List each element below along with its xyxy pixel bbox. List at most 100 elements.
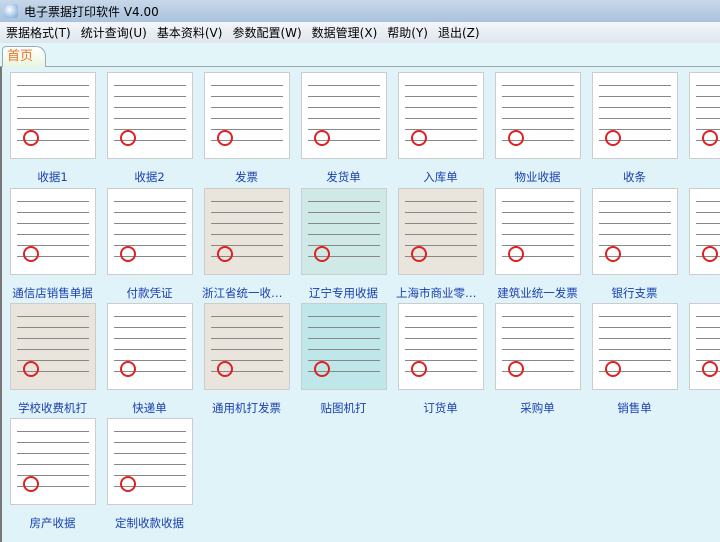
seal-icon (701, 246, 718, 262)
template-thumbnail[interactable] (106, 303, 193, 390)
template-label[interactable]: 物业收据 (489, 169, 586, 185)
template-item[interactable]: 房产收据 (4, 418, 101, 531)
template-item[interactable]: 苹果 (683, 303, 720, 416)
seal-icon (604, 361, 621, 377)
template-grid: 收据1收据2发票发货单入库单物业收据收条房租通信店销售单据付款凭证浙江省统一收款… (0, 67, 720, 542)
template-thumbnail[interactable] (591, 72, 678, 159)
template-thumbnail[interactable] (9, 303, 96, 390)
template-thumbnail[interactable] (9, 72, 96, 159)
seal-icon (604, 130, 621, 146)
seal-icon (313, 130, 330, 146)
template-item[interactable]: 收条 (586, 72, 683, 185)
template-thumbnail[interactable] (397, 303, 484, 390)
tab-strip: 首页 (0, 43, 720, 67)
template-label[interactable]: 订货单 (392, 400, 489, 416)
template-item[interactable]: 快递单 (101, 303, 198, 416)
template-thumbnail[interactable] (203, 72, 290, 159)
template-item[interactable]: 建筑业统一发票 (489, 188, 586, 301)
menu-item[interactable]: 参数配置(W) (228, 24, 307, 41)
template-label[interactable]: 发货单 (295, 169, 392, 185)
template-item[interactable]: 收据2 (101, 72, 198, 185)
menu-item[interactable]: 票据格式(T) (2, 24, 77, 41)
template-label[interactable]: 物 (683, 285, 720, 301)
menu-item[interactable]: 数据管理(X) (308, 24, 384, 41)
template-label[interactable]: 入库单 (392, 169, 489, 185)
template-label[interactable]: 收条 (586, 169, 683, 185)
template-item[interactable]: 房租 (683, 72, 720, 185)
template-item[interactable]: 学校收费机打 (4, 303, 101, 416)
template-item[interactable]: 定制收款收据 (101, 418, 198, 531)
template-thumbnail[interactable] (203, 303, 290, 390)
template-item[interactable]: 收据1 (4, 72, 101, 185)
menu-bar: 票据格式(T) 统计查询(U) 基本资料(V) 参数配置(W) 数据管理(X) 帮助(Y)… (0, 22, 720, 43)
template-item[interactable]: 物业收据 (489, 72, 586, 185)
seal-icon (216, 130, 233, 146)
template-label[interactable]: 贴图机打 (295, 400, 392, 416)
template-item[interactable]: 通用机打发票 (198, 303, 295, 416)
menu-item[interactable]: 帮助(Y) (383, 24, 434, 41)
menu-item[interactable]: 统计查询(U) (77, 24, 153, 41)
template-label[interactable]: 房产收据 (4, 515, 101, 531)
template-thumbnail[interactable] (106, 188, 193, 275)
template-thumbnail[interactable] (397, 72, 484, 159)
template-label[interactable]: 浙江省统一收款… (198, 285, 295, 301)
template-thumbnail[interactable] (397, 188, 484, 275)
template-label[interactable]: 定制收款收据 (101, 515, 198, 531)
template-label[interactable]: 辽宁专用收据 (295, 285, 392, 301)
template-thumbnail[interactable] (688, 72, 720, 159)
template-label[interactable]: 通用机打发票 (198, 400, 295, 416)
template-item[interactable]: 入库单 (392, 72, 489, 185)
seal-icon (119, 130, 136, 146)
template-item[interactable]: 浙江省统一收款… (198, 188, 295, 301)
menu-item[interactable]: 退出(Z) (434, 24, 486, 41)
template-item[interactable]: 销售单 (586, 303, 683, 416)
template-item[interactable]: 辽宁专用收据 (295, 188, 392, 301)
template-label[interactable]: 销售单 (586, 400, 683, 416)
template-thumbnail[interactable] (9, 418, 96, 505)
template-item[interactable]: 通信店销售单据 (4, 188, 101, 301)
template-item[interactable]: 付款凭证 (101, 188, 198, 301)
template-item[interactable]: 订货单 (392, 303, 489, 416)
template-thumbnail[interactable] (300, 303, 387, 390)
template-label[interactable]: 快递单 (101, 400, 198, 416)
seal-icon (22, 246, 39, 262)
template-thumbnail[interactable] (106, 418, 193, 505)
template-label[interactable]: 房租 (683, 169, 720, 185)
template-item[interactable]: 银行支票 (586, 188, 683, 301)
template-label[interactable]: 收据1 (4, 169, 101, 185)
template-label[interactable]: 通信店销售单据 (4, 285, 101, 301)
template-thumbnail[interactable] (688, 303, 720, 390)
template-item[interactable]: 物 (683, 188, 720, 301)
tab-home[interactable]: 首页 (2, 46, 46, 67)
template-thumbnail[interactable] (591, 188, 678, 275)
template-label[interactable]: 学校收费机打 (4, 400, 101, 416)
menu-item[interactable]: 基本资料(V) (153, 24, 229, 41)
template-label[interactable]: 发票 (198, 169, 295, 185)
template-item[interactable]: 贴图机打 (295, 303, 392, 416)
template-item[interactable]: 发票 (198, 72, 295, 185)
template-thumbnail[interactable] (494, 72, 581, 159)
template-label[interactable]: 银行支票 (586, 285, 683, 301)
template-thumbnail[interactable] (688, 188, 720, 275)
template-thumbnail[interactable] (203, 188, 290, 275)
template-label[interactable]: 苹果 (683, 400, 720, 416)
template-label[interactable]: 采购单 (489, 400, 586, 416)
template-thumbnail[interactable] (494, 188, 581, 275)
template-item[interactable]: 采购单 (489, 303, 586, 416)
seal-icon (119, 361, 136, 377)
seal-icon (313, 361, 330, 377)
seal-icon (701, 361, 718, 377)
template-label[interactable]: 收据2 (101, 169, 198, 185)
template-label[interactable]: 建筑业统一发票 (489, 285, 586, 301)
template-thumbnail[interactable] (300, 72, 387, 159)
template-label[interactable]: 上海市商业零售… (392, 285, 489, 301)
template-item[interactable]: 发货单 (295, 72, 392, 185)
template-thumbnail[interactable] (591, 303, 678, 390)
template-thumbnail[interactable] (106, 72, 193, 159)
seal-icon (507, 361, 524, 377)
template-thumbnail[interactable] (9, 188, 96, 275)
template-item[interactable]: 上海市商业零售… (392, 188, 489, 301)
template-thumbnail[interactable] (300, 188, 387, 275)
template-thumbnail[interactable] (494, 303, 581, 390)
template-label[interactable]: 付款凭证 (101, 285, 198, 301)
